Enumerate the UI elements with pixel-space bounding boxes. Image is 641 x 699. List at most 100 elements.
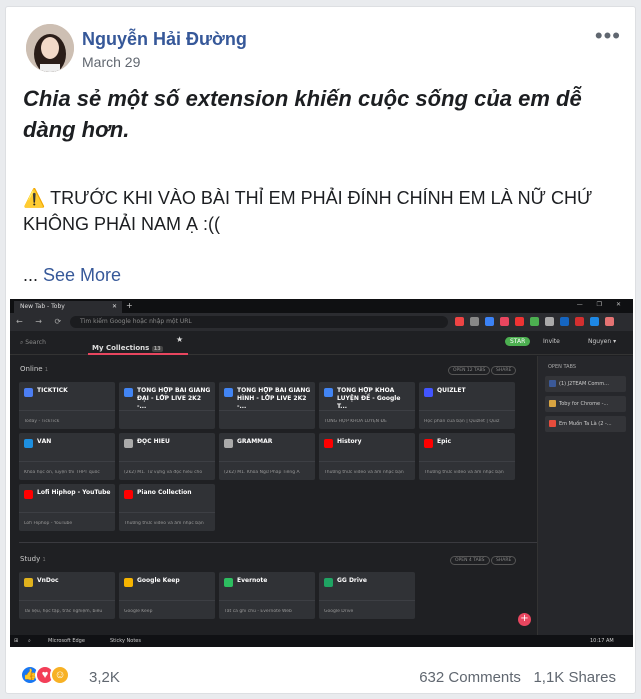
site-favicon-icon [424, 388, 433, 397]
card-divider [219, 410, 315, 411]
site-favicon-icon [224, 578, 233, 587]
tab-card[interactable]: Google Keep Google Keep [119, 572, 215, 619]
open-tabs-button[interactable]: OPEN 4 TABS [450, 556, 490, 565]
user-name: Nguyen [588, 338, 612, 345]
taskbar-app[interactable]: Microsoft Edge [48, 638, 85, 644]
card-divider [219, 600, 315, 601]
site-favicon-icon [124, 578, 133, 587]
warning-text: TRƯỚC KHI VÀO BÀI THỈ EM PHẢI ĐÍNH CHÍNH… [23, 188, 593, 234]
tab-card[interactable]: TỔNG HỢP BÀI GIẢNG HÌNH - LỚP LIVE 2K2 -… [219, 382, 315, 429]
card-divider [119, 461, 215, 462]
site-favicon-icon [24, 439, 33, 448]
section-title-online[interactable]: Online 1 [20, 365, 48, 373]
divider [19, 542, 540, 543]
tab-card[interactable]: TỔNG HỢP KHÓA LUYỆN ĐỀ - Google T... TỔNG… [319, 382, 415, 429]
tab-card[interactable]: Evernote Tất cả ghi chú - Evernote Web [219, 572, 315, 619]
toby-search[interactable]: ⌕ Search [20, 339, 46, 347]
extension-icons[interactable] [455, 317, 614, 326]
ellipsis-icon[interactable]: ••• [595, 23, 621, 49]
post-warning: ⚠️ TRƯỚC KHI VÀO BÀI THỈ EM PHẢI ĐÍNH CH… [23, 185, 613, 237]
avatar[interactable] [26, 24, 74, 72]
post-date[interactable]: March 29 [82, 54, 140, 70]
shares-count[interactable]: 1,1K Shares [533, 669, 616, 686]
card-divider [19, 600, 115, 601]
site-favicon-icon [424, 439, 433, 448]
extension-icon[interactable] [485, 317, 494, 326]
section-title-study[interactable]: Study 1 [20, 555, 46, 563]
see-more: ... See More [23, 265, 121, 286]
tab-card[interactable]: TỔNG HỢP BÀI GIẢNG ĐẠI - LỚP LIVE 2K2 -.… [119, 382, 215, 429]
star-button[interactable]: STAR [505, 337, 531, 346]
tab-card-title: VĂN [37, 438, 52, 445]
close-icon[interactable]: ✕ [112, 303, 117, 310]
clock: 10:17 AM [590, 638, 614, 644]
window-controls[interactable]: — ❐ ✕ [577, 301, 627, 308]
browser-tab-title: New Tab - Toby [20, 303, 65, 310]
tab-card[interactable]: QUIZLET Học phần của bạn | Quizlet | Quiz [419, 382, 515, 429]
tab-card[interactable]: VĂN Khóa học ôn, luyện thi THPT quốc [19, 433, 115, 480]
open-tabs-sidebar: OPEN TABS (1) J2TEAM Comm... Toby for Ch… [537, 356, 633, 635]
add-collection-button[interactable]: + [518, 613, 531, 626]
search-icon[interactable]: ⌕ [28, 638, 31, 644]
comments-count[interactable]: 632 Comments [419, 669, 521, 686]
tab-card-subtitle: TỔNG HỢP KHÓA LUYỆN ĐỀ [324, 419, 387, 424]
author-name[interactable]: Nguyễn Hải Đường [82, 29, 247, 50]
open-tab-label: Em Muốn Ta Là (2 -... [559, 421, 612, 427]
extension-icon[interactable] [560, 317, 569, 326]
extension-icon[interactable] [575, 317, 584, 326]
tab-card[interactable]: GRAMMAR (2k2) M1. Khóa Ngữ Pháp Tiếng A [219, 433, 315, 480]
reaction-icons[interactable]: 👍 ♥ ☺ [20, 665, 70, 685]
tab-card[interactable]: History Thưởng thức video và âm nhạc bạn [319, 433, 415, 480]
online-cards: TICKTICK Today - TickTick TỔNG HỢP BÀI GIẢ… [19, 382, 529, 531]
tab-card-subtitle: Today - TickTick [24, 419, 60, 424]
site-favicon-icon [224, 388, 233, 397]
extension-icon[interactable] [500, 317, 509, 326]
tab-card[interactable]: Lofi Hiphop - YouTube Lofi Hiphop - YouTu… [19, 484, 115, 531]
star-button-label: STAR [510, 338, 526, 345]
extension-icon[interactable] [605, 317, 614, 326]
tab-my-collections[interactable]: My Collections 13 [92, 344, 163, 352]
study-cards: VnDoc Tài liệu, học tập, trắc nghiệm, biể… [19, 572, 529, 619]
card-divider [119, 600, 215, 601]
extension-icon[interactable] [470, 317, 479, 326]
browser-tab[interactable]: New Tab - Toby ✕ [14, 301, 122, 313]
user-menu[interactable]: Nguyen ▾ [588, 338, 616, 345]
see-more-link[interactable]: See More [43, 265, 121, 285]
open-tab-item[interactable]: Em Muốn Ta Là (2 -... [545, 416, 626, 432]
extension-icon[interactable] [590, 317, 599, 326]
tab-favicon [549, 380, 556, 387]
open-tab-item[interactable]: Toby for Chrome -... [545, 396, 626, 412]
share-button[interactable]: SHARE [491, 366, 517, 375]
tab-card-title: Lofi Hiphop - YouTube [37, 489, 111, 496]
tab-card[interactable]: VnDoc Tài liệu, học tập, trắc nghiệm, biể… [19, 572, 115, 619]
tab-card[interactable]: Piano Collection Thưởng thức video và âm … [119, 484, 215, 531]
toby-header: ⌕ Search My Collections 13 ★ STAR Invite… [10, 331, 633, 355]
tab-card-subtitle: Google Keep [124, 609, 153, 614]
open-tab-item[interactable]: (1) J2TEAM Comm... [545, 376, 626, 392]
tab-card[interactable]: TICKTICK Today - TickTick [19, 382, 115, 429]
open-tabs-title: OPEN TABS [548, 364, 577, 370]
tab-card-title: Google Keep [137, 577, 180, 584]
post-footer: 👍 ♥ ☺ 3,2K 632 Comments 1,1K Shares [6, 655, 635, 693]
share-button[interactable]: SHARE [491, 556, 517, 565]
tab-card[interactable]: ĐỌC HIỂU (2k2) M1. Từ vựng và đọc hiểu ch… [119, 433, 215, 480]
windows-start-icon[interactable]: ⊞ [14, 638, 18, 644]
tab-card-subtitle: Học phần của bạn | Quizlet | Quiz [424, 419, 500, 424]
extension-icon[interactable] [530, 317, 539, 326]
taskbar-app[interactable]: Sticky Notes [110, 638, 141, 644]
tab-card[interactable]: GG Drive Google Drive [319, 572, 415, 619]
extension-icon[interactable] [455, 317, 464, 326]
star-icon[interactable]: ★ [176, 335, 183, 344]
extension-icon[interactable] [545, 317, 554, 326]
new-tab-icon[interactable]: + [126, 301, 133, 310]
tab-card-subtitle: Lofi Hiphop - YouTube [24, 521, 73, 526]
open-tabs-button[interactable]: OPEN 12 TABS [448, 366, 491, 375]
open-tab-label: Toby for Chrome -... [559, 401, 609, 407]
address-bar[interactable]: Tìm kiếm Google hoặc nhập một URL [70, 316, 448, 328]
tab-card[interactable]: Epic Thưởng thức video và âm nhạc bạn [419, 433, 515, 480]
extension-icon[interactable] [515, 317, 524, 326]
tab-favicon [549, 400, 556, 407]
attached-screenshot[interactable]: New Tab - Toby ✕ + — ❐ ✕ ← → ⟳ ⌂ Tìm kiếm… [10, 299, 633, 647]
reaction-count[interactable]: 3,2K [89, 669, 120, 686]
invite-button[interactable]: Invite [543, 338, 560, 345]
